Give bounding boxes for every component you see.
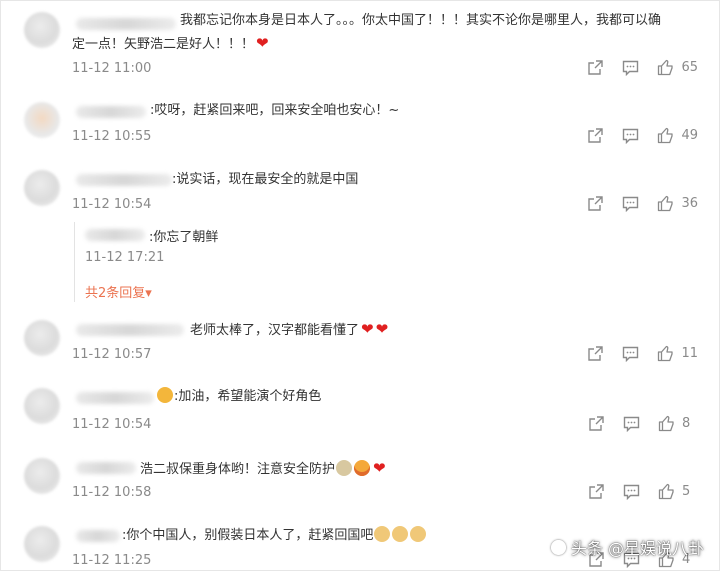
watermark: 头条 @星娱说八卦 <box>550 535 704 559</box>
share-button[interactable] <box>588 415 605 432</box>
share-button[interactable] <box>587 195 604 212</box>
avatar[interactable] <box>24 12 60 48</box>
like-button[interactable]: 49 <box>657 127 698 144</box>
comment-icon <box>623 416 640 432</box>
share-button[interactable] <box>587 127 604 144</box>
username-blurred[interactable] <box>76 392 154 404</box>
heart-emoji: ❤ <box>375 320 389 338</box>
heart-emoji: ❤ <box>361 320 374 338</box>
comment-button[interactable] <box>622 60 639 76</box>
like-count: 49 <box>681 128 698 143</box>
share-button[interactable] <box>588 483 605 500</box>
comment-text-line2: 定一点！矢野浩二是好人！！！ ❤ <box>72 34 269 52</box>
comment-time: 11-12 11:25 <box>72 553 152 568</box>
comment-time: 11-12 10:55 <box>72 129 152 144</box>
doge-emoji <box>374 526 391 542</box>
share-button[interactable] <box>587 345 604 362</box>
username-blurred[interactable] <box>76 18 176 30</box>
comment-text: :加油，希望能演个好角色 <box>156 386 660 408</box>
like-button[interactable]: 8 <box>658 415 698 432</box>
like-button[interactable]: 65 <box>657 59 698 76</box>
comment-text: :说实话，现在最安全的就是中国 <box>172 172 359 187</box>
username-blurred[interactable] <box>76 106 146 118</box>
comment-time: 11-12 10:54 <box>72 197 152 212</box>
comment-icon <box>623 128 639 144</box>
view-replies-link[interactable]: 共2条回复▾ <box>85 282 152 301</box>
like-count: 36 <box>681 196 698 211</box>
avatar[interactable] <box>24 170 60 206</box>
share-icon <box>588 196 604 211</box>
thumbs-up-icon <box>658 415 674 432</box>
comment-actions: 49 <box>587 127 698 144</box>
doge-emoji <box>410 526 427 542</box>
thumbs-up-icon <box>658 195 674 212</box>
share-icon <box>589 484 604 499</box>
comment-time: 11-12 11:00 <box>72 61 152 76</box>
heart-emoji: ❤ <box>256 34 269 52</box>
username-blurred[interactable] <box>76 324 184 336</box>
thumbs-up-icon <box>658 127 674 144</box>
avatar[interactable] <box>24 102 60 138</box>
comment-actions: 65 <box>587 59 698 76</box>
reply-time: 11-12 17:21 <box>85 250 165 265</box>
like-count: 5 <box>682 484 691 499</box>
avatar[interactable] <box>24 526 60 562</box>
comment-time: 11-12 10:57 <box>72 347 152 362</box>
share-icon <box>588 346 604 361</box>
username-blurred[interactable] <box>85 229 145 241</box>
watermark-icon <box>550 540 566 555</box>
username-blurred[interactable] <box>76 530 120 542</box>
comment-text: :哎呀，赶紧回来吧，回来安全咱也安心！~ <box>150 103 400 118</box>
comment-icon <box>623 196 639 212</box>
avatar[interactable] <box>24 320 60 356</box>
like-count: 65 <box>681 60 698 75</box>
reply-thread: :你忘了朝鲜 11-12 17:21 共2条回复▾ <box>74 222 665 302</box>
comment-actions: 36 <box>587 195 698 212</box>
like-button[interactable]: 36 <box>657 195 698 212</box>
comment-button[interactable] <box>623 416 640 432</box>
comment-actions: 8 <box>588 415 698 432</box>
comment-time: 11-12 10:54 <box>72 417 152 432</box>
face-emoji <box>354 460 371 476</box>
comment-text: 我都忘记你本身是日本人了。。。你太中国了！！！其实不论你是哪里人，我都可以确 <box>180 13 662 28</box>
comment-text: 浩二叔保重身体哟！注意安全防护 ❤ <box>140 459 386 477</box>
heart-emoji: ❤ <box>373 459 386 477</box>
like-button[interactable]: 5 <box>658 483 698 500</box>
comment-icon <box>623 346 639 362</box>
comment-icon <box>623 484 640 500</box>
share-icon <box>588 60 604 75</box>
share-button[interactable] <box>587 59 604 76</box>
comment-button[interactable] <box>622 128 639 144</box>
mask-emoji <box>336 460 353 476</box>
like-count: 8 <box>682 416 691 431</box>
username-blurred[interactable] <box>76 174 172 186</box>
comment-button[interactable] <box>622 346 639 362</box>
face-emoji <box>157 387 173 403</box>
thumbs-up-icon <box>658 483 674 500</box>
avatar[interactable] <box>24 458 60 494</box>
comment-button[interactable] <box>622 196 639 212</box>
thumbs-up-icon <box>658 59 674 76</box>
comment-text: 老师太棒了，汉字都能看懂了 ❤ ❤ <box>190 320 389 338</box>
share-icon <box>588 128 604 143</box>
avatar[interactable] <box>24 388 60 424</box>
comment-actions: 11 <box>587 345 698 362</box>
reply-text: :你忘了朝鲜 <box>149 230 219 245</box>
comment-icon <box>623 60 639 76</box>
thumbs-up-icon <box>658 345 674 362</box>
share-icon <box>589 416 604 431</box>
username-blurred[interactable] <box>76 462 136 474</box>
doge-emoji <box>392 526 409 542</box>
comment-button[interactable] <box>623 484 640 500</box>
like-button[interactable]: 11 <box>657 345 698 362</box>
comment-time: 11-12 10:58 <box>72 485 152 500</box>
like-count: 11 <box>681 346 698 361</box>
comment-actions: 5 <box>588 483 698 500</box>
